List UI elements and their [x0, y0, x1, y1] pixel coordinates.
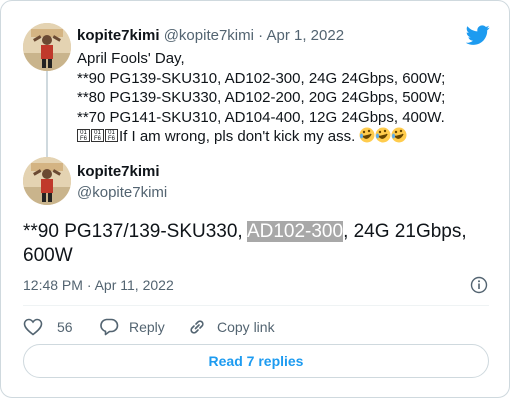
quoted-line: **80 PG139-SKU330, AD102-200, 20G 24Gbps… [77, 89, 446, 106]
like-count: 56 [57, 319, 73, 335]
copy-link-button[interactable]: Copy link [187, 318, 275, 336]
divider [23, 305, 489, 306]
link-icon [190, 320, 204, 334]
heart-icon [23, 318, 43, 336]
tweet-text: **90 PG137/139-SKU330, AD102-300, 24G 21… [23, 220, 493, 268]
quoted-line: **90 PG139-SKU310, AD102-300, 24G 24Gbps… [77, 69, 446, 87]
quoted-tweet-text: April Fools' Day, **90 PG139-SKU310, AD1… [77, 49, 487, 147]
avatar[interactable] [23, 23, 71, 71]
tweet-timestamp[interactable]: 12:48 PM · Apr 11, 2022 [23, 277, 174, 293]
twitter-bird-icon[interactable] [466, 23, 490, 47]
rolling-laughing-emoji-icon [359, 127, 375, 143]
quoted-handle[interactable]: @kopite7kimi [164, 27, 254, 44]
tweet-text-before: **90 PG137/139-SKU330, [23, 221, 247, 242]
info-icon[interactable] [470, 276, 488, 294]
quoted-date[interactable]: Apr 1, 2022 [266, 27, 344, 44]
quoted-line: April Fools' Day, [77, 50, 185, 67]
quoted-display-name[interactable]: kopite7kimi [77, 27, 160, 44]
missing-glyph-icon: 01 F6 [91, 129, 104, 142]
missing-glyph-icon: 01 F6 [105, 129, 118, 142]
thread-connector [46, 71, 48, 161]
quoted-separator: · [253, 27, 267, 44]
rolling-laughing-emoji-icon [391, 127, 407, 143]
author-display-name[interactable]: kopite7kimi [77, 163, 160, 180]
missing-glyph-icon: 01 F6 [77, 129, 90, 142]
reply-icon [100, 318, 119, 336]
quoted-tweet-header: kopite7kimi @kopite7kimi · Apr 1, 2022 [77, 27, 344, 44]
copy-link-label: Copy link [217, 319, 275, 335]
tweet-embed-card: kopite7kimi @kopite7kimi · Apr 1, 2022 A… [0, 0, 510, 398]
read-replies-button[interactable]: Read 7 replies [23, 344, 489, 378]
reply-label: Reply [129, 319, 165, 335]
quoted-line: **70 PG141-SKU310, AD104-400, 12G 24Gbps… [77, 108, 445, 126]
author-handle[interactable]: @kopite7kimi [77, 184, 167, 201]
reply-button[interactable]: Reply [99, 318, 165, 336]
rolling-laughing-emoji-icon [375, 127, 391, 143]
quoted-last-line: 01 F601 F601 F6 If I am wrong, pls don't kic… [77, 127, 487, 147]
highlighted-text: AD102-300 [246, 221, 344, 242]
like-button[interactable]: 56 [23, 318, 73, 336]
avatar[interactable] [23, 157, 71, 205]
quoted-last-line-text: If I am wrong, pls don't kick my ass. [119, 128, 356, 145]
